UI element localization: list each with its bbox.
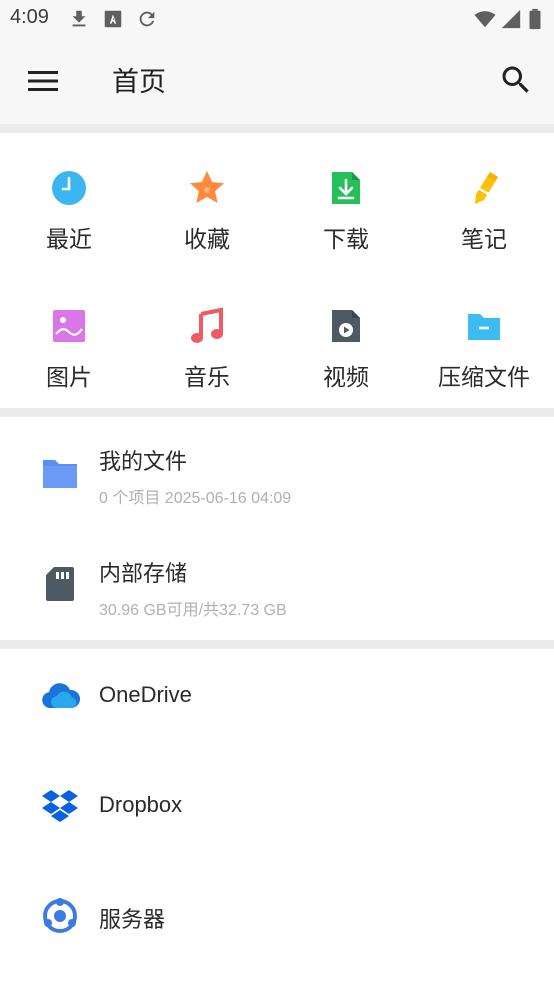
folder-archive-icon bbox=[464, 306, 504, 346]
list-item-subtitle: 30.96 GB可用/共32.73 GB bbox=[99, 602, 287, 619]
server-network-icon bbox=[40, 896, 80, 936]
pencil-icon bbox=[464, 168, 504, 208]
cloud-server[interactable]: 服务器 bbox=[0, 866, 554, 966]
status-time: 4:09 bbox=[10, 6, 49, 28]
list-item-title: Dropbox bbox=[99, 792, 183, 817]
battery-icon bbox=[528, 8, 542, 30]
music-icon bbox=[187, 306, 227, 346]
signal-icon bbox=[500, 8, 522, 30]
list-item-title: 我的文件 bbox=[99, 450, 188, 475]
wifi-icon bbox=[474, 8, 496, 30]
category-videos[interactable]: 视频 bbox=[277, 306, 415, 416]
category-label: 视频 bbox=[323, 365, 369, 391]
category-images[interactable]: 图片 bbox=[0, 306, 138, 416]
category-music[interactable]: 音乐 bbox=[138, 306, 276, 416]
storage-internal[interactable]: 内部存储 30.96 GB可用/共32.73 GB bbox=[0, 540, 554, 640]
list-item-title: 内部存储 bbox=[99, 562, 188, 587]
category-label: 压缩文件 bbox=[438, 365, 530, 391]
category-label: 最近 bbox=[46, 227, 92, 253]
onedrive-icon bbox=[40, 676, 81, 716]
hamburger-menu-icon bbox=[26, 71, 60, 102]
category-favorites[interactable]: 收藏 bbox=[138, 168, 276, 278]
section-divider bbox=[0, 124, 554, 133]
status-bar: 4:09 bbox=[0, 0, 554, 38]
category-recent[interactable]: 最近 bbox=[0, 168, 138, 278]
search-icon bbox=[498, 66, 534, 102]
list-item-title: OneDrive bbox=[99, 682, 192, 707]
section-divider bbox=[0, 408, 554, 417]
font-icon bbox=[102, 8, 124, 30]
category-label: 笔记 bbox=[461, 227, 507, 253]
search-button[interactable] bbox=[498, 62, 534, 98]
sd-card-icon bbox=[40, 564, 80, 604]
app-bar: 首页 bbox=[0, 38, 554, 124]
refresh-icon bbox=[136, 8, 158, 30]
category-downloads[interactable]: 下载 bbox=[277, 168, 415, 278]
menu-button[interactable] bbox=[26, 64, 60, 98]
category-archives[interactable]: 压缩文件 bbox=[415, 306, 553, 416]
download-file-icon bbox=[326, 168, 366, 208]
folder-icon bbox=[40, 454, 80, 494]
dropbox-icon bbox=[40, 786, 80, 826]
category-label: 收藏 bbox=[184, 227, 230, 253]
category-label: 音乐 bbox=[184, 365, 230, 391]
list-item-subtitle: 0 个项目 2025-06-16 04:09 bbox=[99, 490, 292, 507]
page-title: 首页 bbox=[112, 67, 166, 98]
recent-clock-icon bbox=[49, 168, 89, 208]
cloud-onedrive[interactable]: OneDrive bbox=[0, 646, 554, 746]
storage-my-files[interactable]: 我的文件 0 个项目 2025-06-16 04:09 bbox=[0, 428, 554, 528]
category-label: 图片 bbox=[46, 365, 92, 391]
cloud-dropbox[interactable]: Dropbox bbox=[0, 756, 554, 856]
download-icon bbox=[68, 8, 90, 30]
image-icon bbox=[49, 306, 89, 346]
video-file-icon bbox=[326, 306, 366, 346]
category-notes[interactable]: 笔记 bbox=[415, 168, 553, 278]
category-label: 下载 bbox=[323, 227, 369, 253]
star-icon bbox=[187, 168, 227, 208]
list-item-title: 服务器 bbox=[99, 908, 166, 933]
